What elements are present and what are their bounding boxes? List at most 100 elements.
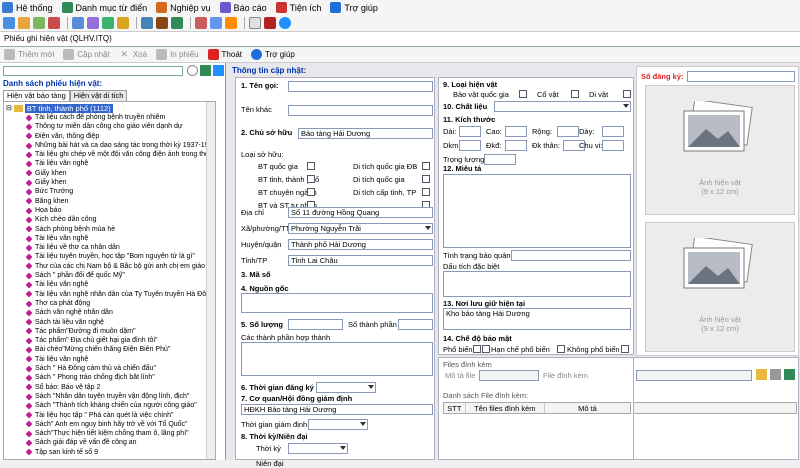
- add-button[interactable]: Thêm mới: [4, 49, 54, 60]
- search-icon[interactable]: [187, 65, 198, 76]
- settings-icon[interactable]: [264, 17, 276, 29]
- district-input[interactable]: Thành phố Hải Dương: [288, 239, 433, 250]
- help-icon[interactable]: [279, 17, 291, 29]
- exit-button[interactable]: Thoát: [207, 49, 242, 60]
- tree-item[interactable]: Giấy khen: [26, 178, 215, 187]
- menu-item-1[interactable]: Danh mục từ điển: [61, 2, 147, 13]
- tree-item[interactable]: Sách" Anh em nguy binh hãy trở về với Tổ…: [26, 420, 215, 429]
- magnifier-icon[interactable]: [249, 17, 261, 29]
- tree-item[interactable]: Tài liệu về thơ ca nhân dân: [26, 243, 215, 252]
- tree-item[interactable]: Tài liệu văn nghệ: [26, 159, 215, 168]
- shutdown-icon[interactable]: [48, 17, 60, 29]
- period-select[interactable]: [288, 443, 348, 454]
- storage-input[interactable]: Kho bảo tàng Hải Dương: [443, 308, 631, 330]
- tree-item[interactable]: Tài liệu văn nghệ nhân dân của Ty Tuyên …: [26, 290, 215, 299]
- tree-item[interactable]: Bằng khen: [26, 197, 215, 206]
- tree-item[interactable]: Tài liệu văn nghệ: [26, 355, 215, 364]
- checkbox[interactable]: [307, 188, 315, 196]
- tree-item[interactable]: Sách"Thực hiện tiết kiệm chống tham ô, l…: [26, 429, 215, 438]
- window-icon[interactable]: [3, 17, 15, 29]
- tree-item[interactable]: Sách giải đáp về vấn đề công an: [26, 438, 215, 447]
- dimension-input[interactable]: [557, 126, 579, 137]
- checkbox[interactable]: [422, 162, 430, 170]
- tree-item[interactable]: Tác phẩm"Đường đi muôn dặm": [26, 327, 215, 336]
- tree-item[interactable]: Sách " Hà Đông cảm thù và chiến đấu": [26, 364, 215, 373]
- dimension-input[interactable]: [602, 126, 624, 137]
- delete-button[interactable]: ✕ Xoá: [119, 49, 148, 60]
- dimension-input[interactable]: [459, 126, 481, 137]
- tree-scrollbar[interactable]: [206, 102, 215, 459]
- ward-select[interactable]: Phường Nguyễn Trãi: [288, 223, 433, 234]
- tree-item[interactable]: Bức Trướng: [26, 187, 215, 196]
- dimension-input[interactable]: [505, 126, 527, 137]
- list-icon[interactable]: [87, 17, 99, 29]
- other-name-input[interactable]: [288, 105, 433, 116]
- tree-item[interactable]: Sổ báo: Báo vệ tập 2: [26, 383, 215, 392]
- tree-item[interactable]: Bài chèo"Mừng chiến thắng Điện Biên Phủ": [26, 345, 215, 354]
- table-icon[interactable]: [171, 17, 183, 29]
- checkbox[interactable]: [571, 90, 579, 98]
- tree-root[interactable]: ⊟ BT tỉnh, thành phố (1112): [6, 103, 113, 113]
- save-file-icon[interactable]: [770, 369, 781, 380]
- refresh-icon[interactable]: [213, 65, 224, 76]
- tree-item[interactable]: Sách "Nhân dân tuyên truyền vận động lín…: [26, 392, 215, 401]
- checkbox[interactable]: [623, 90, 631, 98]
- tree-item[interactable]: Thơ ca phát động: [26, 299, 215, 308]
- menu-item-5[interactable]: Trợ giúp: [330, 2, 378, 13]
- print-button[interactable]: In phiếu: [156, 49, 199, 60]
- council-input[interactable]: HĐKH Bảo tàng Hải Dương: [241, 404, 433, 415]
- collapse-icon[interactable]: ⊟: [6, 104, 12, 112]
- parts-count-input[interactable]: [398, 319, 433, 330]
- checkbox[interactable]: [473, 345, 481, 353]
- description-input[interactable]: [443, 174, 631, 248]
- checkbox[interactable]: [307, 175, 315, 183]
- tab-relic-items[interactable]: Hiện vật di tích: [69, 90, 128, 101]
- tree-item[interactable]: Tài liệu học tập " Phá càn quét là việc …: [26, 411, 215, 420]
- menu-item-2[interactable]: Nghiệp vụ: [156, 2, 211, 13]
- file-attach-input[interactable]: [636, 370, 752, 381]
- tree-item[interactable]: Sách " phần đổi để quốc Mỹ": [26, 271, 215, 280]
- checkbox[interactable]: [422, 188, 430, 196]
- browse-folder-icon[interactable]: [756, 369, 767, 380]
- document-icon[interactable]: [141, 17, 153, 29]
- province-input[interactable]: Tỉnh Lai Châu: [288, 255, 433, 266]
- photo-slot-2[interactable]: Ảnh hiện vật (9 x 12 cm): [645, 222, 795, 352]
- reg-time-select[interactable]: [316, 382, 376, 393]
- preservation-input[interactable]: [511, 250, 631, 261]
- tree-item[interactable]: Sách tài liệu văn nghệ: [26, 318, 215, 327]
- menu-item-0[interactable]: Hệ thống: [2, 2, 53, 13]
- tree-item[interactable]: Tác phẩm" Địa chủ giết hại gia đình tôi": [26, 336, 215, 345]
- checkbox[interactable]: [621, 345, 629, 353]
- key-icon[interactable]: [33, 17, 45, 29]
- print-icon[interactable]: [210, 17, 222, 29]
- dimension-input[interactable]: [459, 140, 481, 151]
- photo-slot-1[interactable]: Ảnh hiện vật (9 x 12 cm): [645, 85, 795, 215]
- tree-item[interactable]: Kịch chèo dân công: [26, 215, 215, 224]
- dimension-input[interactable]: [602, 140, 624, 151]
- tree-item[interactable]: Thông tư miễn dân công cho giáo viên dạn…: [26, 122, 215, 131]
- origin-input[interactable]: [241, 293, 433, 313]
- tab-museum-items[interactable]: Hiện vật bảo tàng: [3, 90, 70, 101]
- book-icon[interactable]: [72, 17, 84, 29]
- folder-icon[interactable]: [18, 17, 30, 29]
- download-icon[interactable]: [784, 369, 795, 380]
- special-marks-input[interactable]: [443, 271, 631, 297]
- tree-item[interactable]: Sách "Thành tích kháng chiến của người c…: [26, 401, 215, 410]
- name-input[interactable]: [288, 81, 433, 92]
- checkbox[interactable]: [557, 345, 565, 353]
- menu-item-4[interactable]: Tiện ích: [275, 2, 321, 13]
- material-select[interactable]: [494, 101, 631, 112]
- box-icon[interactable]: [117, 17, 129, 29]
- dimension-input[interactable]: [505, 140, 527, 151]
- tree-item[interactable]: Tập san kinh tế số 9: [26, 448, 215, 457]
- document-tab[interactable]: Phiếu ghi hiện vật (QLHV.ITQ): [0, 32, 800, 47]
- checkbox[interactable]: [519, 90, 527, 98]
- tree-item[interactable]: Tài liệu cách để phòng bệnh truyền nhiễm: [26, 113, 215, 122]
- appraisal-time-select[interactable]: [308, 419, 368, 430]
- menu-item-3[interactable]: Báo cáo: [219, 2, 267, 13]
- parts-input[interactable]: [241, 342, 433, 376]
- tree-item[interactable]: Tài liệu ghi chép về một đội văn công đi…: [26, 150, 215, 159]
- tree-item[interactable]: Sách văn nghệ nhân dân: [26, 308, 215, 317]
- tree-item[interactable]: Thư của các chị Nam bộ & Bắc bộ gửi anh …: [26, 262, 215, 271]
- grid-icon[interactable]: [102, 17, 114, 29]
